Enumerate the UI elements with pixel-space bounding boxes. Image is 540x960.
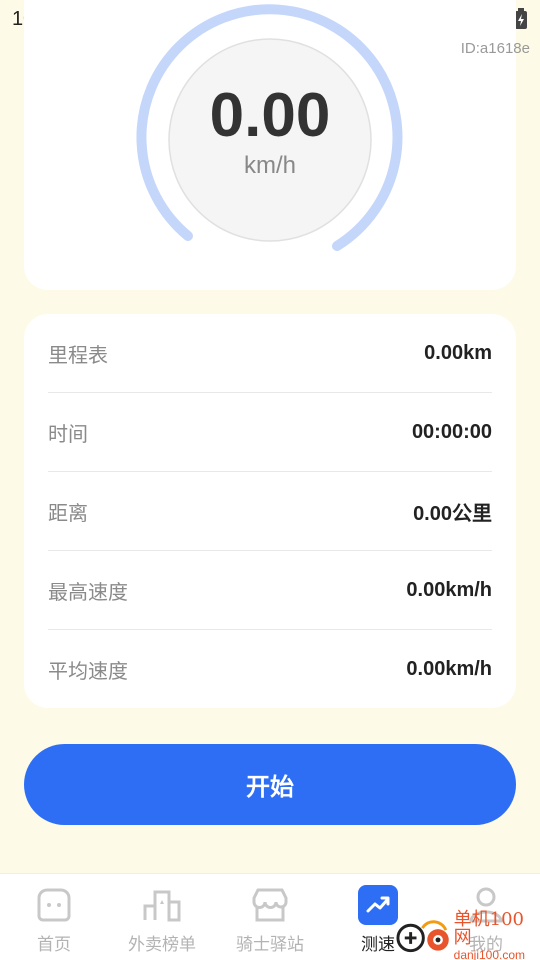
nav-item-ranking[interactable]: 外卖榜单 [108,874,216,960]
stat-row-odometer: 里程表 0.00km [48,314,492,393]
store-icon [249,884,291,926]
stat-label: 平均速度 [48,661,128,683]
stat-value: 0.00km [424,341,492,364]
stat-label: 距离 [48,502,88,525]
home-icon [33,884,75,926]
stat-row-distance: 距离 0.00公里 [48,472,492,551]
speed-test-icon [357,884,399,926]
speed-unit-label: km/h [243,152,296,179]
watermark: 单机100网 danji100.com [395,909,540,960]
nav-item-home[interactable]: 首页 [0,874,108,960]
stat-row-max-speed: 最高速度 0.00km/h [48,551,492,630]
stat-value: 0.00km/h [406,578,492,601]
nav-label: 骑士驿站 [236,935,304,954]
speed-test-screen: 10:25 0.00 km/h ID:a1618e 里程表 0.00km 时间 [0,0,540,960]
device-id: ID:a1618e [460,40,530,57]
stats-card: 里程表 0.00km 时间 00:00:00 距离 0.00公里 最高速度 0.… [24,314,516,708]
watermark-logo-icon [396,920,449,953]
nav-label: 测速 [361,935,395,954]
stat-value: 0.00km/h [406,658,492,680]
start-button[interactable]: 开始 [24,744,516,825]
watermark-url: danji100.com [453,948,526,960]
stat-value: 00:00:00 [411,420,492,443]
nav-label: 外卖榜单 [128,935,196,954]
stat-label: 里程表 [48,344,108,367]
ranking-icon [141,884,183,926]
stat-label: 最高速度 [48,581,128,604]
watermark-title: 单机100网 [453,909,524,948]
stat-value: 0.00公里 [413,502,492,525]
stat-row-avg-speed: 平均速度 0.00km/h [48,630,492,709]
stat-label: 时间 [48,423,88,446]
nav-label: 首页 [37,935,71,954]
stat-row-time: 时间 00:00:00 [48,393,492,472]
nav-item-station[interactable]: 骑士驿站 [216,874,324,960]
current-speed-value: 0.00 [209,81,331,150]
